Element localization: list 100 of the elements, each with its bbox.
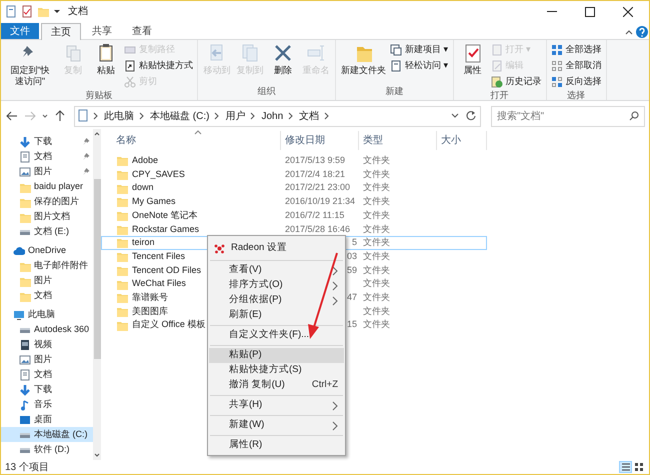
sidebar-item[interactable]: baidu player bbox=[1, 179, 93, 194]
group-label: 组织 bbox=[256, 84, 276, 98]
refresh-icon[interactable] bbox=[465, 110, 477, 122]
sidebar-item[interactable]: 电子邮件附件 bbox=[1, 258, 93, 273]
sidebar-item[interactable]: 视频 bbox=[1, 337, 93, 352]
type-cell: 文件夹 bbox=[363, 168, 390, 179]
column-header[interactable]: 类型 bbox=[359, 131, 437, 150]
ribbon-button[interactable]: 轻松访问 ▾ bbox=[390, 59, 449, 73]
sidebar-item[interactable]: 文档 bbox=[1, 367, 93, 382]
file-name[interactable]: Adobe bbox=[132, 154, 158, 168]
ribbon-button[interactable]: 粘贴快捷方式 bbox=[124, 59, 193, 73]
sidebar-item[interactable]: 软件 (D:) bbox=[1, 442, 93, 457]
sidebar-item[interactable]: 音乐 bbox=[1, 397, 93, 412]
file-name[interactable]: WeChat Files bbox=[132, 277, 186, 291]
breadcrumb[interactable]: 文档 bbox=[299, 108, 320, 124]
file-name[interactable]: CPY_SAVES bbox=[132, 168, 185, 182]
ribbon-button[interactable]: 删除 bbox=[268, 43, 298, 76]
file-name[interactable]: Rockstar Games bbox=[132, 222, 200, 236]
picture-icon bbox=[19, 166, 31, 178]
ribbon-button[interactable]: 固定到"快速访问" bbox=[5, 43, 55, 87]
document-icon bbox=[19, 368, 31, 380]
group-label: 新建 bbox=[384, 84, 404, 98]
menu-item[interactable]: 排序方式(O) bbox=[209, 278, 344, 293]
ribbon-button[interactable]: 历史记录 bbox=[490, 75, 542, 89]
breadcrumb[interactable]: 本地磁盘 (C:) bbox=[150, 108, 210, 124]
sidebar-item[interactable]: 保存的图片 bbox=[1, 194, 93, 209]
desktop-icon bbox=[19, 414, 31, 426]
sidebar-item[interactable]: Autodesk 360 bbox=[1, 322, 93, 337]
ribbon-button[interactable]: 新建项目 ▾ bbox=[390, 43, 449, 57]
sidebar-item[interactable]: 下载 bbox=[1, 382, 93, 397]
chevron-icon bbox=[93, 111, 99, 121]
ribbon-button[interactable]: 反向选择 bbox=[550, 75, 602, 89]
sidebar-item[interactable]: 图片文档 bbox=[1, 209, 93, 224]
address-bar[interactable]: 此电脑 本地磁盘 (C:) 用户 John 文档 bbox=[74, 106, 481, 126]
date-cell-text: 15 bbox=[346, 318, 357, 332]
file-name[interactable]: Tencent OD Files bbox=[132, 264, 202, 278]
up-icon[interactable] bbox=[53, 109, 67, 123]
date-cell-text: 59 bbox=[346, 264, 357, 277]
scrollbar[interactable] bbox=[93, 129, 101, 460]
search-field[interactable]: 搜索"文档" bbox=[491, 106, 645, 126]
file-name[interactable]: 美图图库 bbox=[132, 304, 168, 318]
back-icon[interactable] bbox=[5, 109, 19, 123]
ribbon-tab[interactable]: 查看 bbox=[123, 23, 161, 39]
ribbon-tab[interactable]: 主页 bbox=[41, 23, 81, 40]
sidebar-item[interactable]: 文档 (E:) bbox=[1, 224, 93, 239]
details-view-icon bbox=[620, 462, 630, 472]
sidebar-item[interactable]: 桌面 bbox=[1, 412, 93, 427]
file-name[interactable]: 靠谱账号 bbox=[132, 290, 168, 304]
help-icon[interactable] bbox=[635, 25, 649, 39]
file-name[interactable]: Tencent Files bbox=[132, 250, 186, 264]
file-name[interactable]: OneNote 笔记本 bbox=[132, 208, 198, 222]
menu-item[interactable]: 新建(W) bbox=[209, 418, 344, 433]
view-button[interactable] bbox=[619, 461, 632, 473]
folder-icon bbox=[116, 195, 129, 208]
column-header[interactable]: 大小 bbox=[437, 131, 487, 150]
menu-item[interactable]: 属性(R) bbox=[209, 438, 344, 453]
menu-item[interactable]: 刷新(E) bbox=[209, 308, 344, 323]
ribbon-button[interactable]: 粘贴 bbox=[91, 43, 121, 76]
file-name[interactable]: teiron bbox=[132, 236, 155, 250]
ribbon-button[interactable]: 全部选择 bbox=[550, 43, 602, 57]
history-icon bbox=[490, 76, 503, 88]
date-cell-text: 2016/10/19 21:34 bbox=[285, 195, 356, 208]
sidebar-item[interactable]: 文档 bbox=[1, 288, 93, 303]
ribbon-button[interactable]: 新建文件夹 bbox=[340, 43, 387, 76]
menu-item[interactable]: 查看(V) bbox=[209, 263, 344, 278]
sidebar-item[interactable]: 文档 bbox=[1, 149, 93, 164]
breadcrumb[interactable]: 用户 bbox=[225, 108, 246, 124]
menu-item[interactable]: 粘贴(P) bbox=[209, 348, 344, 363]
close-icon bbox=[623, 6, 633, 16]
breadcrumb[interactable]: John bbox=[261, 108, 284, 124]
ribbon-tab[interactable]: 文件 bbox=[1, 23, 39, 39]
view-button[interactable] bbox=[632, 461, 645, 473]
ribbon-button[interactable]: 属性 bbox=[458, 43, 488, 76]
chevron-icon bbox=[214, 111, 220, 121]
invert-selection-icon bbox=[550, 76, 563, 88]
sidebar-item[interactable]: 图片 bbox=[1, 164, 93, 179]
menu-item[interactable]: 撤消 复制(U) Ctrl+Z bbox=[209, 378, 344, 393]
sidebar-item[interactable]: 本地磁盘 (C:) bbox=[1, 427, 93, 442]
menu-item[interactable]: 自定义文件夹(F)... bbox=[209, 328, 344, 343]
sidebar-item[interactable]: 此电脑 bbox=[1, 307, 93, 322]
sidebar-item[interactable]: 下载 bbox=[1, 134, 93, 149]
file-name[interactable]: 自定义 Office 模板 bbox=[132, 318, 206, 332]
sort-caret-icon bbox=[194, 129, 202, 135]
file-name[interactable]: My Games bbox=[132, 195, 176, 209]
sidebar-item[interactable]: OneDrive bbox=[1, 243, 93, 258]
item-count: 13 个项目 bbox=[5, 460, 50, 474]
breadcrumb[interactable]: 此电脑 bbox=[104, 108, 134, 124]
date-cell-text: 03 bbox=[346, 250, 357, 263]
file-name[interactable]: down bbox=[132, 181, 154, 195]
menu-item[interactable]: 粘贴快捷方式(S) bbox=[209, 363, 344, 378]
menu-item[interactable]: 共享(H) bbox=[209, 398, 344, 413]
menu-item[interactable]: Radeon 设置 bbox=[209, 238, 344, 258]
sidebar-item[interactable]: 图片 bbox=[1, 273, 93, 288]
checklist-icon bbox=[21, 4, 33, 18]
menu-item[interactable]: 分组依据(P) bbox=[209, 293, 344, 308]
column-header[interactable]: 修改日期 bbox=[281, 131, 359, 150]
ribbon-button[interactable]: 全部取消 bbox=[550, 59, 602, 73]
ribbon-tab[interactable]: 共享 bbox=[83, 23, 121, 39]
sidebar-item[interactable]: 图片 bbox=[1, 352, 93, 367]
column-header[interactable]: 名称 bbox=[101, 131, 281, 150]
